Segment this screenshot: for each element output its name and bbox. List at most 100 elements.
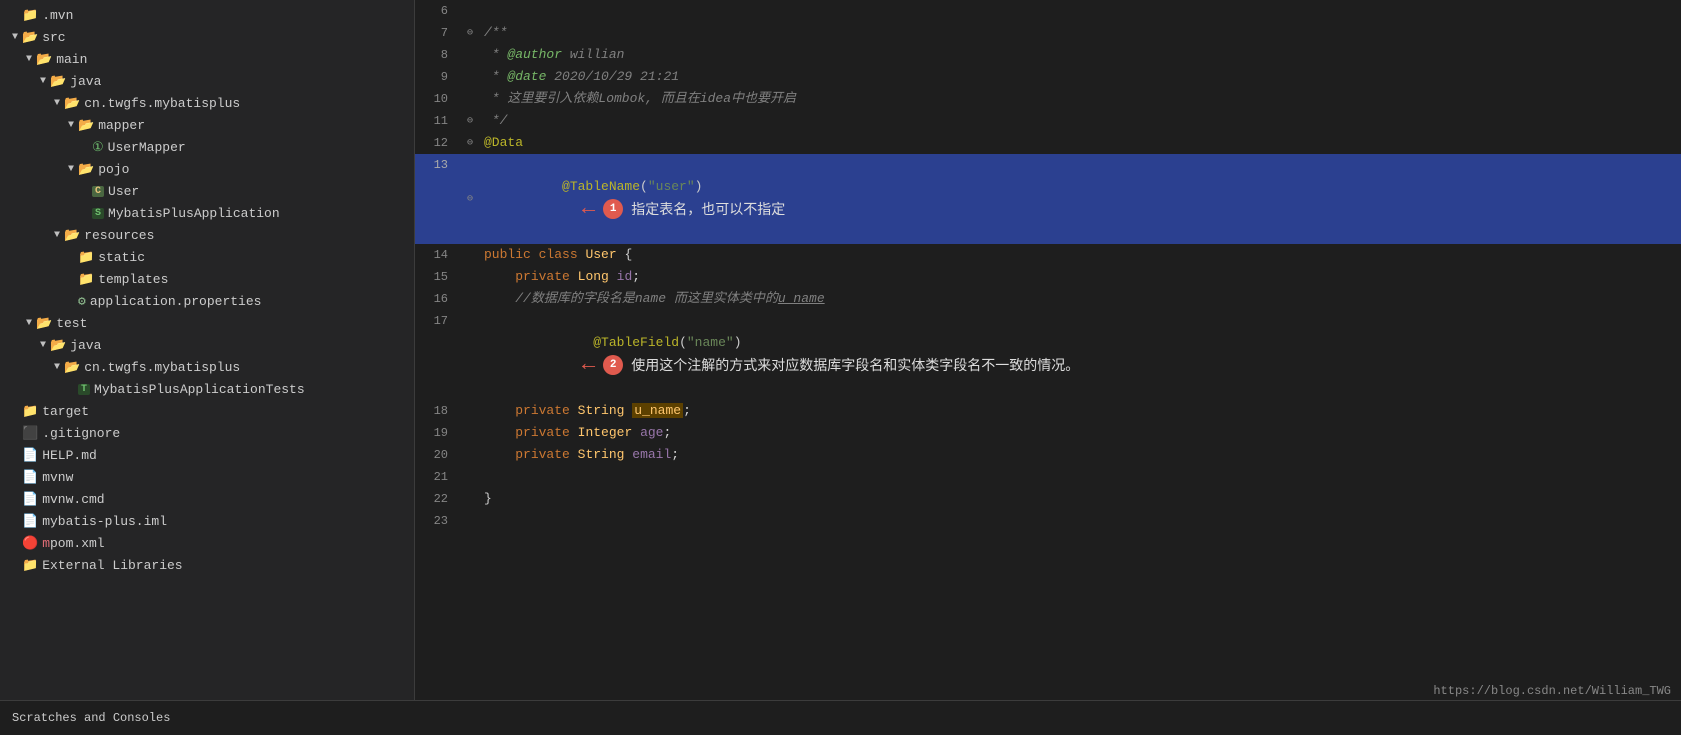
file-tree[interactable]: 📁 .mvn 📂 src 📂 main 📂 xyxy=(0,0,415,700)
code-line-11: 11 ⊖ */ xyxy=(415,110,1681,132)
tree-label: application.properties xyxy=(90,294,262,309)
code-line-6: 6 xyxy=(415,0,1681,22)
tree-item-test[interactable]: 📂 test xyxy=(0,312,414,334)
line-gutter xyxy=(460,310,480,400)
tree-item-pom[interactable]: 🔴 m pom.xml xyxy=(0,532,414,554)
line-number: 14 xyxy=(415,244,460,266)
tree-item-package[interactable]: 📂 cn.twgfs.mybatisplus xyxy=(0,92,414,114)
line-number: 20 xyxy=(415,444,460,466)
tree-item-app-tests[interactable]: T MybatisPlusApplicationTests xyxy=(0,378,414,400)
tree-label: External Libraries xyxy=(42,558,182,573)
tree-label: MybatisPlusApplication xyxy=(108,206,280,221)
line-number: 17 xyxy=(415,310,460,400)
line-number: 7 xyxy=(415,22,460,44)
tree-item-app-props[interactable]: ⚙ application.properties xyxy=(0,290,414,312)
line-number: 16 xyxy=(415,288,460,310)
tree-label: UserMapper xyxy=(108,140,186,155)
code-line-22: 22 } xyxy=(415,488,1681,510)
code-editor-area: 6 7 ⊖ /** 8 * @author willian 9 xyxy=(415,0,1681,700)
line-number: 23 xyxy=(415,510,460,532)
folder-icon: 📁 xyxy=(22,8,38,23)
annotation-bubble-1: 1 xyxy=(603,199,623,219)
line-number: 9 xyxy=(415,66,460,88)
code-line-19: 19 private Integer age; xyxy=(415,422,1681,444)
tree-item-pojo[interactable]: 📂 pojo xyxy=(0,158,414,180)
folder-open-icon: 📂 xyxy=(78,118,94,133)
tree-item-mvnwcmd[interactable]: 📄 mvnw.cmd xyxy=(0,488,414,510)
code-line-20: 20 private String email; xyxy=(415,444,1681,466)
url-watermark: https://blog.csdn.net/William_TWG xyxy=(1433,684,1671,698)
tree-item-help[interactable]: 📄 HELP.md xyxy=(0,444,414,466)
line-content: * @date 2020/10/29 21:21 xyxy=(480,66,1681,88)
tree-item-java[interactable]: 📂 java xyxy=(0,70,414,92)
tree-label: MybatisPlusApplicationTests xyxy=(94,382,305,397)
line-content xyxy=(480,510,1681,532)
fold-icon[interactable]: ⊖ xyxy=(467,27,473,39)
fold-icon[interactable]: ⊖ xyxy=(467,137,473,149)
code-line-18: 18 private String u_name; xyxy=(415,400,1681,422)
folder-icon: 📁 xyxy=(22,558,38,573)
folder-open-icon: 📂 xyxy=(22,30,38,45)
tree-label: cn.twgfs.mybatisplus xyxy=(84,360,240,375)
tree-item-usermapper[interactable]: ① UserMapper xyxy=(0,136,414,158)
line-content: @TableName("user") ← 1 指定表名，也可以不指定 xyxy=(480,154,1681,244)
line-number: 15 xyxy=(415,266,460,288)
arrow-down-icon xyxy=(40,340,46,351)
tree-label: mvnw.cmd xyxy=(42,492,104,507)
line-gutter xyxy=(460,510,480,532)
scratches-label[interactable]: Scratches and Consoles xyxy=(12,711,170,725)
tree-item-package-test[interactable]: 📂 cn.twgfs.mybatisplus xyxy=(0,356,414,378)
folder-open-icon: 📂 xyxy=(64,96,80,111)
line-gutter xyxy=(460,244,480,266)
line-number: 10 xyxy=(415,88,460,110)
tree-label: m xyxy=(42,536,50,551)
arrow-down-icon xyxy=(68,120,74,131)
line-gutter: ⊖ xyxy=(460,132,480,154)
tree-item-app[interactable]: S MybatisPlusApplication xyxy=(0,202,414,224)
code-line-10: 10 * 这里要引入依赖Lombok, 而且在idea中也要开启 xyxy=(415,88,1681,110)
folder-open-icon: 📂 xyxy=(50,338,66,353)
line-content: @Data xyxy=(480,132,1681,154)
md-icon: 📄 xyxy=(22,448,38,463)
tree-item-user[interactable]: C User xyxy=(0,180,414,202)
line-gutter: ⊖ xyxy=(460,154,480,244)
arrow-down-icon xyxy=(26,318,32,329)
tree-item-templates[interactable]: 📁 templates xyxy=(0,268,414,290)
iml-icon: 📄 xyxy=(22,514,38,529)
tree-label: User xyxy=(108,184,139,199)
tree-item-static[interactable]: 📁 static xyxy=(0,246,414,268)
line-number: 19 xyxy=(415,422,460,444)
arrow-down-icon xyxy=(54,362,60,373)
line-gutter xyxy=(460,288,480,310)
tree-label: pojo xyxy=(98,162,129,177)
line-gutter xyxy=(460,66,480,88)
line-content: private String email; xyxy=(480,444,1681,466)
tree-item-external-libs[interactable]: 📁 External Libraries xyxy=(0,554,414,576)
tree-label: static xyxy=(98,250,145,265)
tree-item-mapper[interactable]: 📂 mapper xyxy=(0,114,414,136)
line-content: private String u_name; xyxy=(480,400,1681,422)
tree-item-mvn[interactable]: 📁 .mvn xyxy=(0,4,414,26)
tree-item-mvnw[interactable]: 📄 mvnw xyxy=(0,466,414,488)
line-content: //数据库的字段名是name 而这里实体类中的u_name xyxy=(480,288,1681,310)
line-content: private Integer age; xyxy=(480,422,1681,444)
line-number: 6 xyxy=(415,0,460,22)
project-tree: 📁 .mvn 📂 src 📂 main 📂 xyxy=(0,0,414,700)
arrow-down-icon xyxy=(54,98,60,109)
fold-icon[interactable]: ⊖ xyxy=(467,115,473,127)
line-content: private Long id; xyxy=(480,266,1681,288)
tree-item-iml[interactable]: 📄 mybatis-plus.iml xyxy=(0,510,414,532)
tree-label: src xyxy=(42,30,65,45)
tree-item-src[interactable]: 📂 src xyxy=(0,26,414,48)
tree-item-gitignore[interactable]: ⬛ .gitignore xyxy=(0,422,414,444)
file-icon: 📄 xyxy=(22,470,38,485)
tree-item-java-test[interactable]: 📂 java xyxy=(0,334,414,356)
tree-item-main[interactable]: 📂 main xyxy=(0,48,414,70)
class-icon: C xyxy=(92,186,104,197)
line-content: /** xyxy=(480,22,1681,44)
code-line-15: 15 private Long id; xyxy=(415,266,1681,288)
fold-icon[interactable]: ⊖ xyxy=(467,193,473,205)
code-editor[interactable]: 6 7 ⊖ /** 8 * @author willian 9 xyxy=(415,0,1681,700)
tree-item-target[interactable]: 📁 target xyxy=(0,400,414,422)
tree-item-resources[interactable]: 📂 resources xyxy=(0,224,414,246)
